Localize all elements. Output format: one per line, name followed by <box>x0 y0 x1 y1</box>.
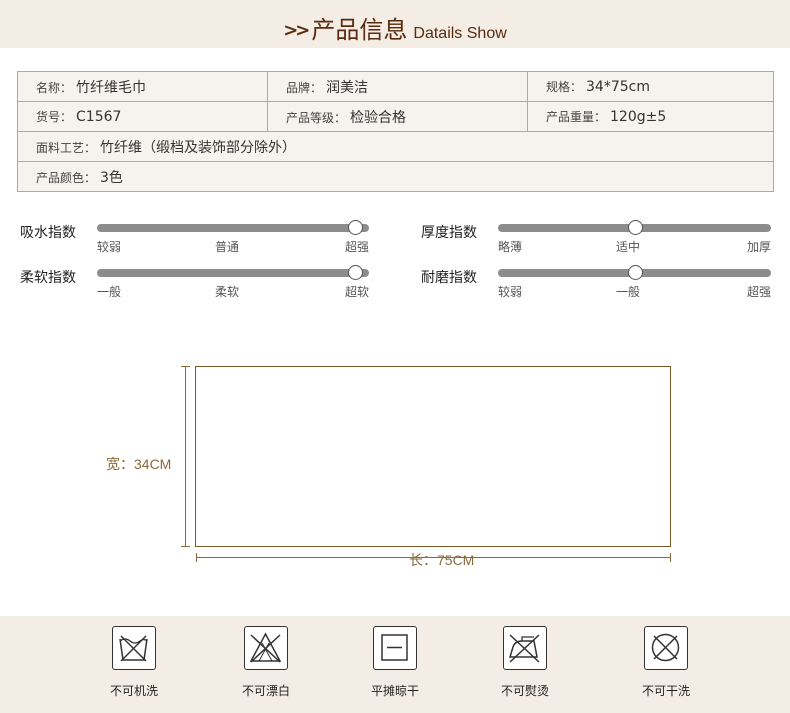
slider-track <box>97 220 369 235</box>
slider-tick-mid: 适中 <box>616 240 641 254</box>
section-title: >> 产品信息 Datails Show <box>0 10 790 45</box>
info-spec: 规格： 34*75cm <box>527 71 774 102</box>
durability-index-label: 耐磨指数 <box>421 270 477 286</box>
info-sku-label: 货号： <box>36 110 73 124</box>
care-label: 不可干洗 <box>641 684 690 698</box>
thickness-index-label: 厚度指数 <box>421 225 477 241</box>
slider-track <box>97 265 369 280</box>
slider-tick-mid: 柔软 <box>215 285 240 299</box>
info-name-label: 名称： <box>36 80 73 95</box>
info-brand: 品牌： 润美洁 <box>267 71 528 102</box>
towel-outline <box>195 366 671 547</box>
table-row: 面料工艺： 竹纤维（缎档及装饰部分除外） <box>17 131 774 162</box>
info-grade-label: 产品等级： <box>286 110 347 125</box>
no-iron-icon <box>503 626 547 670</box>
width-dimension-label: 宽：34CM <box>106 456 172 472</box>
info-color: 产品颜色： 3色 <box>17 161 774 192</box>
care-label: 平摊晾干 <box>370 684 419 698</box>
info-weight-label: 产品重量： <box>546 110 607 124</box>
care-label: 不可漂白 <box>241 684 290 698</box>
care-instructions-bar: 不可机洗 不可漂白 平摊晾干 不可熨烫 不可干洗 <box>0 616 790 713</box>
section-title-sub: Datails Show <box>413 25 507 42</box>
info-name-value: 竹纤维毛巾 <box>76 79 147 96</box>
width-dimension-line <box>185 366 186 547</box>
slider-knob[interactable] <box>627 220 643 235</box>
slider-tick-high: 加厚 <box>746 240 771 254</box>
info-spec-value: 34*75cm <box>586 79 650 95</box>
no-dry-clean-icon <box>644 626 688 670</box>
info-material: 面料工艺： 竹纤维（缎档及装饰部分除外） <box>17 131 774 162</box>
width-dimension-cap-top <box>181 366 190 367</box>
table-row: 产品颜色： 3色 <box>17 161 774 192</box>
info-name: 名称： 竹纤维毛巾 <box>17 71 268 102</box>
slider-tick-high: 超软 <box>344 285 369 299</box>
softness-index-label: 柔软指数 <box>20 270 76 286</box>
slider-tick-mid: 普通 <box>215 240 240 254</box>
info-grade: 产品等级： 检验合格 <box>267 101 528 132</box>
section-header: >> 产品信息 Datails Show <box>0 0 790 48</box>
slider-tick-low: 一般 <box>97 285 122 299</box>
info-sku-value: C1567 <box>76 109 122 125</box>
table-row: 名称： 竹纤维毛巾 品牌： 润美洁 规格： 34*75cm <box>17 71 774 102</box>
info-brand-value: 润美洁 <box>326 79 369 96</box>
slider-knob[interactable] <box>627 265 643 280</box>
care-item-dry-flat: 平摊晾干 <box>350 626 440 699</box>
info-material-value: 竹纤维（缎档及装饰部分除外） <box>100 139 297 156</box>
info-material-label: 面料工艺： <box>36 140 97 155</box>
length-dimension-cap-left <box>196 553 197 562</box>
care-label: 不可熨烫 <box>500 684 549 698</box>
slider-knob[interactable] <box>348 265 364 280</box>
care-item-no-dry-clean: 不可干洗 <box>621 626 711 699</box>
info-color-label: 产品颜色： <box>36 170 97 185</box>
slider-track <box>498 265 771 280</box>
double-arrow-icon: >> <box>283 20 310 41</box>
care-item-no-machine-wash: 不可机洗 <box>89 626 179 699</box>
width-dimension-cap-bottom <box>181 546 190 547</box>
absorbency-index-label: 吸水指数 <box>20 225 76 241</box>
care-item-no-bleach: 不可漂白 <box>221 626 311 699</box>
slider-tick-high: 超强 <box>344 240 369 254</box>
care-label: 不可机洗 <box>109 684 158 698</box>
no-machine-wash-icon <box>112 626 156 670</box>
dry-flat-icon <box>373 626 417 670</box>
slider-tick-low: 较弱 <box>97 240 122 254</box>
no-bleach-icon <box>244 626 288 670</box>
slider-tick-mid: 一般 <box>616 285 641 299</box>
slider-knob[interactable] <box>348 220 364 235</box>
slider-tick-low: 较弱 <box>498 285 523 299</box>
section-title-main: 产品信息 <box>311 16 408 44</box>
slider-tick-low: 略薄 <box>498 240 523 254</box>
table-row: 货号： C1567 产品等级： 检验合格 产品重量： 120g±5 <box>17 101 774 132</box>
slider-track <box>498 220 771 235</box>
info-weight-value: 120g±5 <box>610 109 667 125</box>
info-color-value: 3色 <box>100 169 123 186</box>
slider-tick-high: 超强 <box>746 285 771 299</box>
info-sku: 货号： C1567 <box>17 101 268 132</box>
info-spec-label: 规格： <box>546 80 583 94</box>
info-brand-label: 品牌： <box>286 80 323 95</box>
length-dimension-cap-right <box>670 553 671 562</box>
care-item-no-iron: 不可熨烫 <box>480 626 570 699</box>
product-info-table: 名称： 竹纤维毛巾 品牌： 润美洁 规格： 34*75cm 货号： C1567 产品等级… <box>17 71 774 192</box>
info-grade-value: 检验合格 <box>350 109 407 126</box>
info-weight: 产品重量： 120g±5 <box>527 101 774 132</box>
length-dimension-label: 长：75CM <box>409 552 475 568</box>
